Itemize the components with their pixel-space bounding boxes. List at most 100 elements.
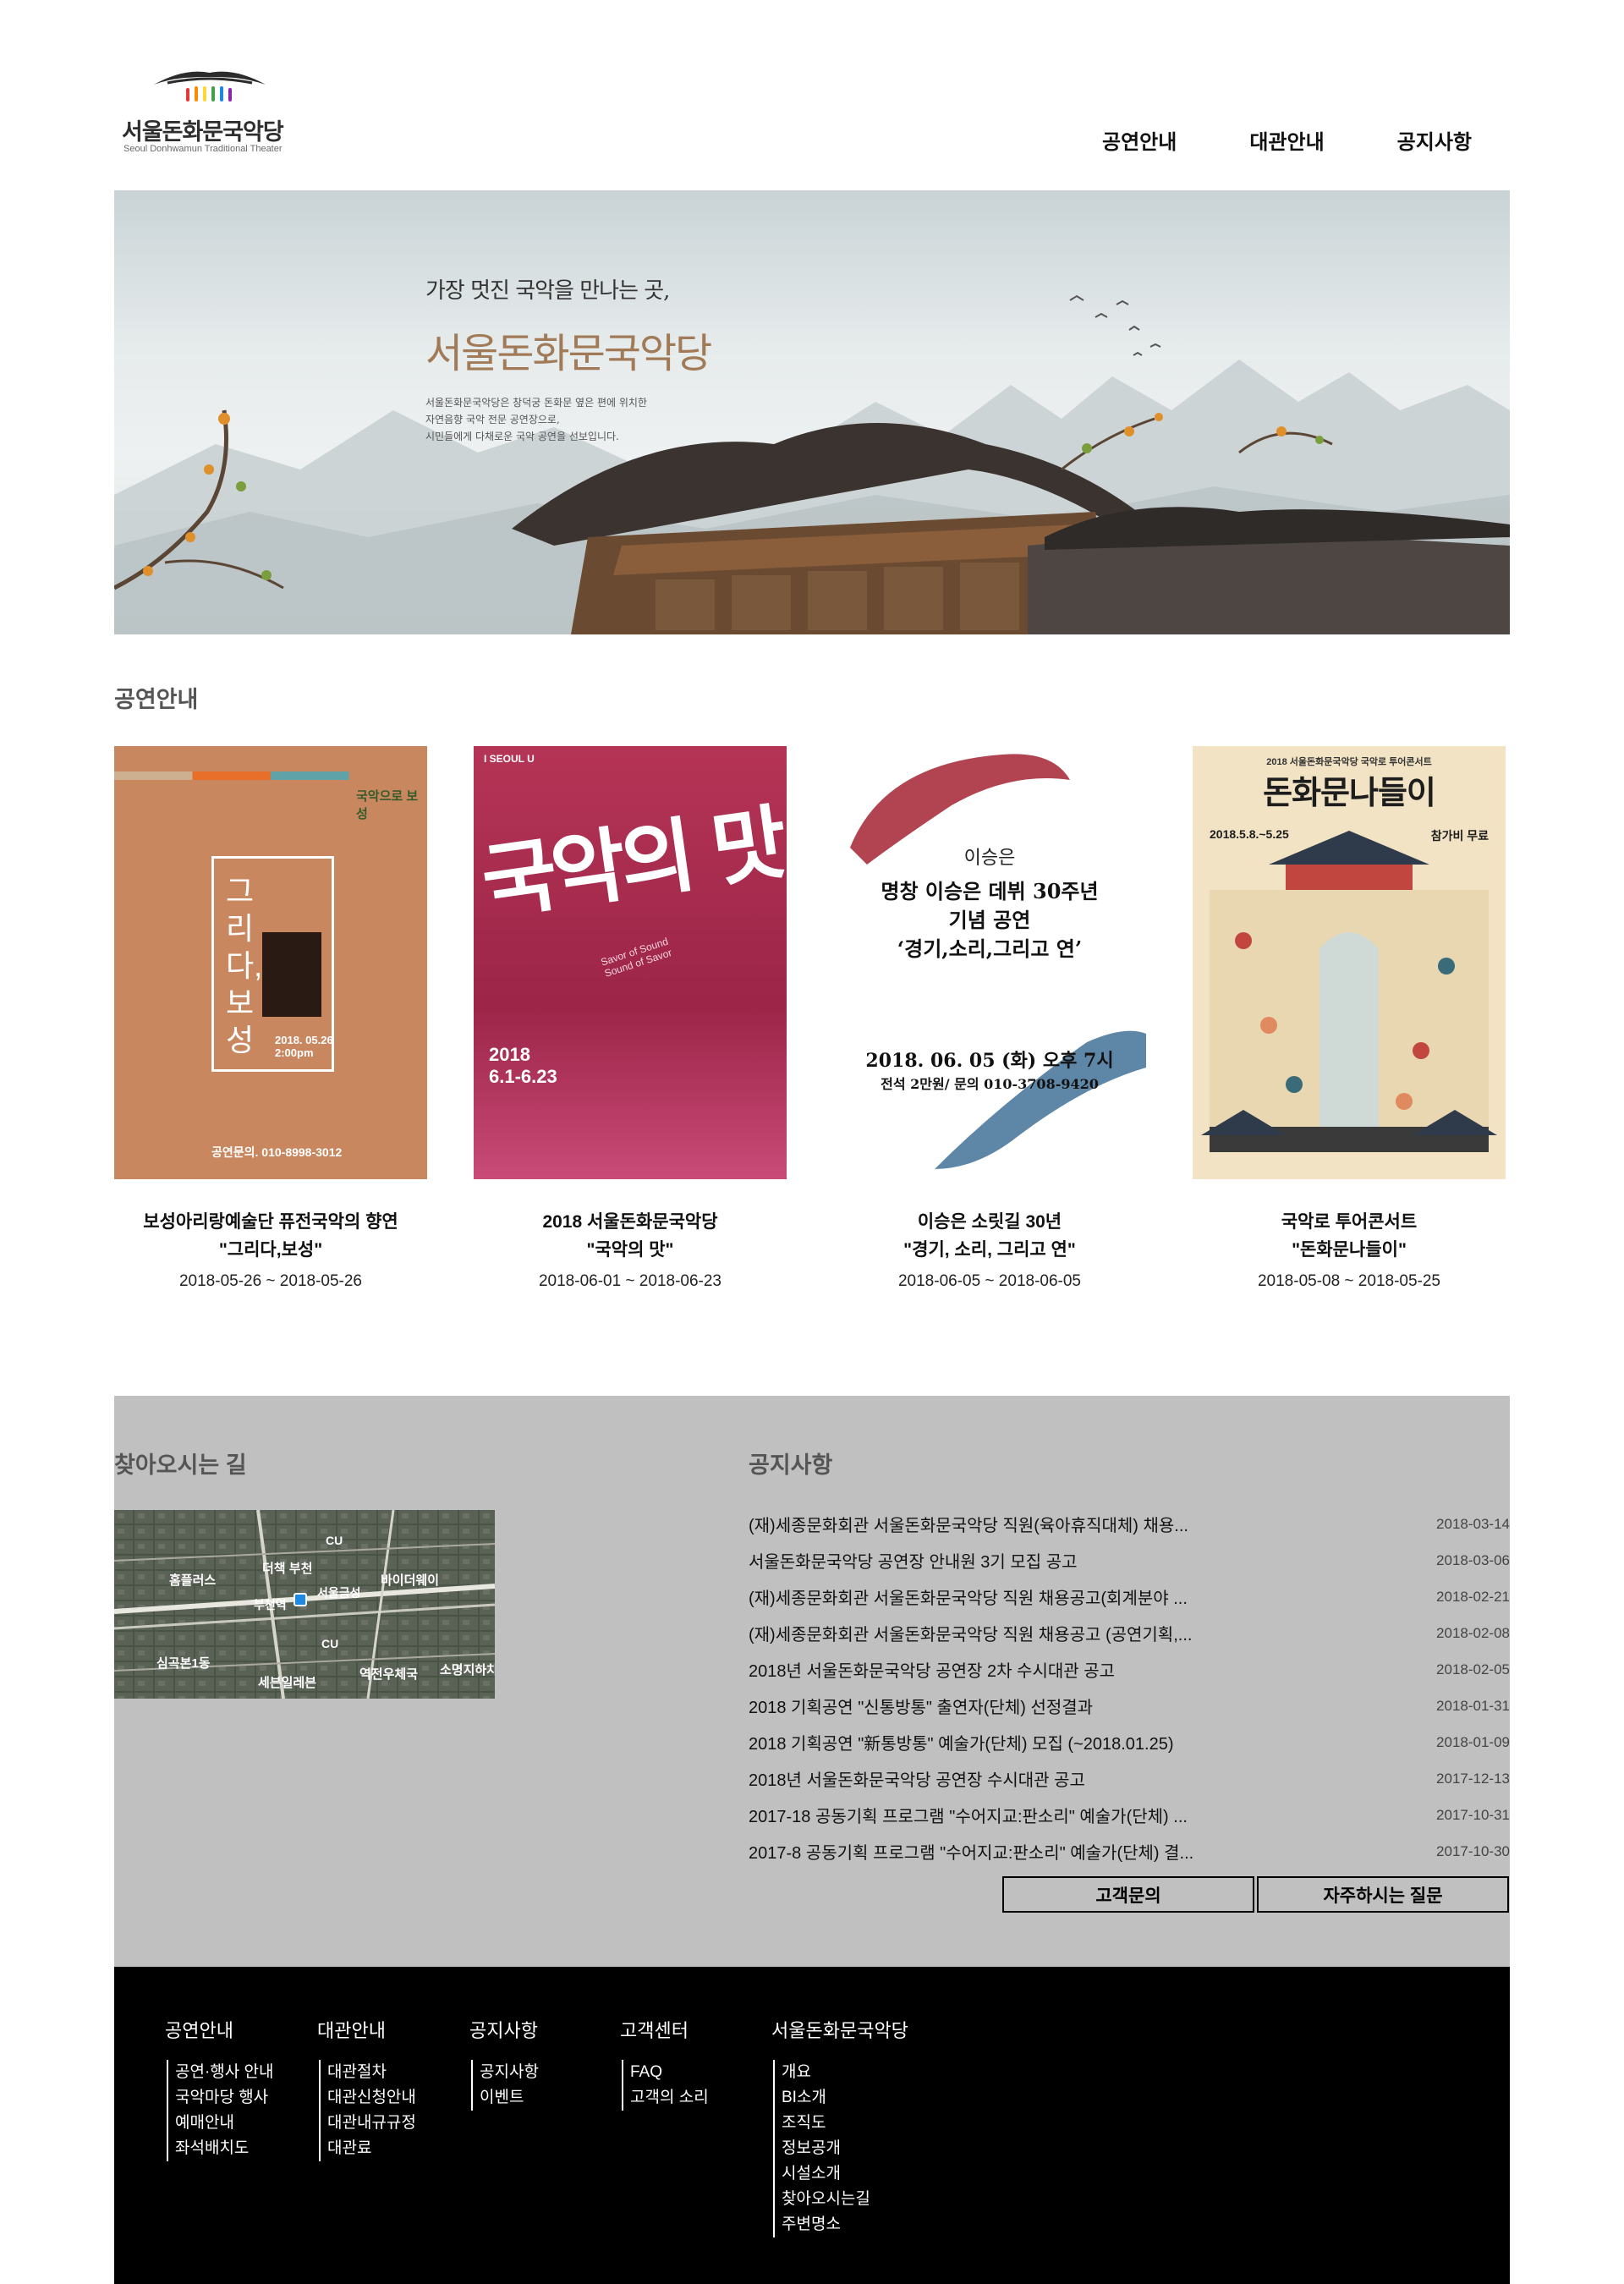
performance-poster[interactable]: I SEOUL U 국악의 맛 Savor of Sound Sound of …	[474, 746, 787, 1179]
footer-link[interactable]: 대관료	[327, 2136, 416, 2161]
hero-illustration	[114, 294, 1510, 634]
performance-poster[interactable]: 2018 서울돈화문국악당 국악로 투어콘서트 돈화문나들이 2018.5.8.…	[1193, 746, 1506, 1179]
notice-title[interactable]: 서울돈화문국악당 공연장 안내원 3기 모집 공고	[749, 1548, 1290, 1573]
footer-link[interactable]: 시설소개	[782, 2161, 908, 2187]
location-map[interactable]: CU 더책 부천 홈플러스 바이더웨이 서울금성 부천역 CU 심곡본1동 세븐…	[114, 1510, 495, 1699]
footer-link[interactable]: FAQ	[630, 2060, 709, 2085]
logo-roof-icon	[154, 71, 266, 102]
poster-line2: 기념 공연	[948, 908, 1031, 932]
notice-row[interactable]: 서울돈화문국악당 공연장 안내원 3기 모집 공고 2018-03-06	[749, 1542, 1510, 1578]
footer-link[interactable]: 정보공개	[782, 2136, 908, 2161]
notice-title[interactable]: 2018 기획공연 "신통방통" 출연자(단체) 선정결과	[749, 1694, 1290, 1718]
notice-row[interactable]: 2018 기획공연 "新통방통" 예술가(단체) 모집 (~2018.01.25…	[749, 1724, 1510, 1760]
poster-line1: 명창 이승은 데뷔 30주년	[881, 879, 1099, 903]
footer-link[interactable]: 예매안내	[175, 2111, 274, 2136]
notice-row[interactable]: 2018년 서울돈화문국악당 공연장 2차 수시대관 공고 2018-02-05	[749, 1651, 1510, 1688]
footer-link[interactable]: 공연·행사 안내	[175, 2060, 274, 2085]
footer-link[interactable]: 주변명소	[782, 2212, 908, 2237]
performance-date: 2018-05-08 ~ 2018-05-25	[1257, 1272, 1441, 1290]
footer-column-title[interactable]: 대관안내	[317, 2016, 416, 2043]
nav-performances[interactable]: 공연안내	[1102, 125, 1177, 155]
hero-desc-line: 서울돈화문국악당은 창덕궁 돈화문 옆은 편에 위치한	[425, 397, 647, 409]
map-label: 역전우체국	[359, 1667, 419, 1682]
notice-date: 2017-10-31	[1436, 1806, 1510, 1823]
notice-row[interactable]: 2017-18 공동기획 프로그램 "수어지교:판소리" 예술가(단체) ...…	[749, 1797, 1510, 1833]
map-label: CU	[321, 1637, 339, 1650]
footer-column-notices: 공지사항 공지사항 이벤트	[469, 2016, 539, 2111]
performance-name-line1: 보성아리랑예술단 퓨전국악의 향연	[143, 1212, 398, 1232]
notice-row[interactable]: (재)세종문화회관 서울돈화문국악당 직원(육아휴직대체) 채용... 2018-…	[749, 1506, 1510, 1542]
footer-link[interactable]: 찾아오시는길	[782, 2187, 908, 2212]
notice-title[interactable]: 2018년 서울돈화문국악당 공연장 2차 수시대관 공고	[749, 1657, 1290, 1682]
site-logo[interactable]: 서울돈화문국악당 Seoul Donhwamun Traditional The…	[118, 66, 313, 167]
footer-link[interactable]: BI소개	[782, 2085, 908, 2111]
footer-link[interactable]: 개요	[782, 2060, 908, 2085]
map-label: 부천역	[254, 1598, 287, 1611]
poster-illustration	[1201, 831, 1497, 1152]
poster-brand: I SEOUL U	[484, 753, 535, 765]
footer-link[interactable]: 좌석배치도	[175, 2136, 274, 2161]
footer-link[interactable]: 이벤트	[480, 2085, 539, 2111]
footer-link[interactable]: 대관내규규정	[327, 2111, 416, 2136]
notice-row[interactable]: 2017-8 공동기획 프로그램 "수어지교:판소리" 예술가(단체) 결...…	[749, 1833, 1510, 1869]
hero-title: 서울돈화문국악당	[425, 330, 712, 377]
map-label: 심곡본1동	[156, 1656, 211, 1671]
faq-button[interactable]: 자주하시는 질문	[1257, 1876, 1509, 1913]
customer-inquiry-button[interactable]: 고객문의	[1002, 1876, 1254, 1913]
notice-date: 2018-01-31	[1436, 1697, 1510, 1714]
nav-notices[interactable]: 공지사항	[1397, 125, 1472, 155]
footer-column-title[interactable]: 공연안내	[165, 2016, 274, 2043]
notice-row[interactable]: 2018 기획공연 "신통방통" 출연자(단체) 선정결과 2018-01-31	[749, 1688, 1510, 1724]
footer-column-title[interactable]: 서울돈화문국악당	[771, 2016, 908, 2043]
performance-date: 2018-06-01 ~ 2018-06-23	[538, 1272, 722, 1290]
map-label: 서울금성	[317, 1586, 361, 1600]
performance-name[interactable]: 국악로 투어콘서트 "돈화문나들이"	[1176, 1208, 1522, 1264]
notice-title[interactable]: 2017-8 공동기획 프로그램 "수어지교:판소리" 예술가(단체) 결...	[749, 1839, 1290, 1864]
footer-column-performances: 공연안내 공연·행사 안내 국악마당 행사 예매안내 좌석배치도	[165, 2016, 274, 2161]
performance-name[interactable]: 이승은 소릿길 30년 "경기, 소리, 그리고 연"	[816, 1208, 1163, 1264]
map-label: 소명지하차	[440, 1663, 495, 1677]
poster-contact: 공연문의. 010-8998-3012	[211, 1145, 343, 1159]
site-header: 서울돈화문국악당 Seoul Donhwamun Traditional The…	[0, 0, 1624, 190]
footer-link[interactable]: 국악마당 행사	[175, 2085, 274, 2111]
notice-title[interactable]: (재)세종문화회관 서울돈화문국악당 직원 채용공고 (공연기획,...	[749, 1621, 1290, 1645]
hero-text: 가장 멋진 국악을 만나는 곳, 서울돈화문국악당 서울돈화문국악당은 창덕궁 …	[425, 273, 713, 445]
footer-link[interactable]: 고객의 소리	[630, 2085, 709, 2111]
notice-row[interactable]: 2018년 서울돈화문국악당 공연장 수시대관 공고 2017-12-13	[749, 1760, 1510, 1797]
nav-rental[interactable]: 대관안내	[1249, 125, 1324, 155]
directions-title: 찾아오시는 길	[114, 1452, 247, 1478]
footer-column-title[interactable]: 고객센터	[620, 2016, 709, 2043]
main-navigation: 공연안내 대관안내 공지사항	[1029, 125, 1472, 155]
footer-link[interactable]: 대관절차	[327, 2060, 416, 2085]
poster-vertical-title: 그리다,보성	[226, 874, 263, 1057]
poster-artist: 이승은	[963, 848, 1016, 869]
performance-name[interactable]: 2018 서울돈화문국악당 "국악의 맛"	[457, 1208, 804, 1264]
notices-title: 공지사항	[749, 1452, 833, 1478]
footer-column-title[interactable]: 공지사항	[469, 2016, 539, 2043]
performance-name-line2: "그리다,보성"	[218, 1240, 323, 1260]
notice-row[interactable]: (재)세종문화회관 서울돈화문국악당 직원 채용공고(회계분야 ... 2018-…	[749, 1578, 1510, 1615]
map-label: 홈플러스	[169, 1573, 217, 1588]
notice-title[interactable]: 2018 기획공연 "新통방통" 예술가(단체) 모집 (~2018.01.25…	[749, 1730, 1290, 1754]
notice-title[interactable]: 2018년 서울돈화문국악당 공연장 수시대관 공고	[749, 1766, 1290, 1791]
hero-subtitle: 가장 멋진 국악을 만나는 곳,	[425, 278, 670, 304]
notice-date: 2018-01-09	[1436, 1733, 1510, 1750]
poster-year: 2018	[489, 1044, 530, 1065]
performance-name[interactable]: 보성아리랑예술단 퓨전국악의 향연 "그리다,보성"	[97, 1208, 444, 1264]
notice-title[interactable]: (재)세종문화회관 서울돈화문국악당 직원(육아휴직대체) 채용...	[749, 1512, 1290, 1536]
footer-link[interactable]: 대관신청안내	[327, 2085, 416, 2111]
hero-desc-line: 자연음향 국악 전문 공연장으로,	[425, 414, 560, 426]
performance-poster[interactable]: 이승은 명창 이승은 데뷔 30주년 기념 공연 ‘경기,소리,그리고 연’ 2…	[833, 746, 1146, 1179]
notice-row[interactable]: (재)세종문화회관 서울돈화문국악당 직원 채용공고 (공연기획,... 2018…	[749, 1615, 1510, 1651]
poster-datetime: 2018. 06. 05 (화) 오후 7시	[865, 1050, 1114, 1072]
map-label: 바이더웨이	[381, 1573, 440, 1588]
notice-title[interactable]: 2017-18 공동기획 프로그램 "수어지교:판소리" 예술가(단체) ...	[749, 1803, 1290, 1827]
poster-subtitle: Savor of Sound Sound of Savor	[599, 935, 673, 980]
notice-title[interactable]: (재)세종문화회관 서울돈화문국악당 직원 채용공고(회계분야 ...	[749, 1584, 1290, 1609]
footer-link[interactable]: 조직도	[782, 2111, 908, 2136]
performance-name-line2: "국악의 맛"	[586, 1240, 674, 1260]
footer-link[interactable]: 공지사항	[480, 2060, 539, 2085]
performance-poster[interactable]: 국악으로 보성 그리다,보성 2018. 05.26 2:00pm 공연문의. …	[114, 746, 427, 1179]
station-marker-icon	[294, 1593, 307, 1606]
poster-period: 6.1-6.23	[489, 1066, 557, 1087]
